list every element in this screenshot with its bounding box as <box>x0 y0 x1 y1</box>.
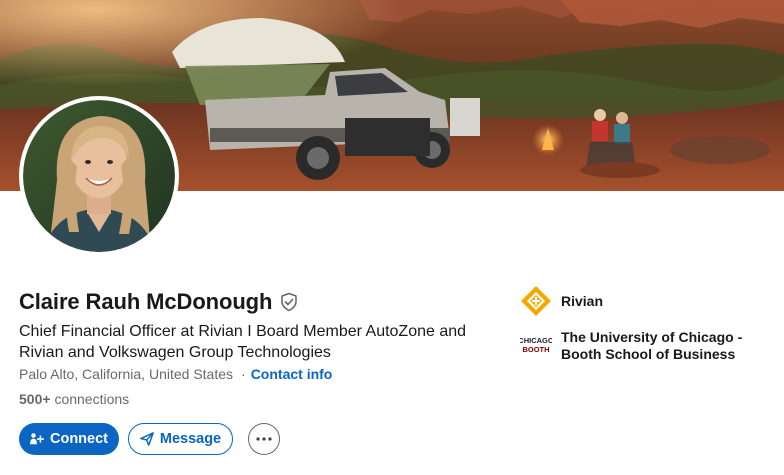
profile-location: Palo Alto, California, United States <box>19 366 234 382</box>
profile-headline: Chief Financial Officer at Rivian I Boar… <box>19 323 467 361</box>
connections-label: connections <box>54 391 130 407</box>
org-name-chicago-booth: The University of Chicago - Booth School… <box>561 329 742 363</box>
more-actions-button[interactable] <box>248 423 280 455</box>
rivian-logo <box>520 285 552 317</box>
profile-actions: Connect Message <box>19 423 280 455</box>
connections-row[interactable]: 500+ connections <box>19 391 129 407</box>
location-row: Palo Alto, California, United States · C… <box>19 366 332 382</box>
logo-text-chicago: CHICAGO <box>520 336 552 345</box>
connections-count: 500+ <box>19 391 51 407</box>
connect-button[interactable]: Connect <box>19 423 119 455</box>
org-chicago-booth[interactable]: CHICAGO BOOTH The University of Chicago … <box>520 329 780 363</box>
send-icon <box>139 432 154 446</box>
org-rivian[interactable]: Rivian <box>520 285 780 317</box>
contact-info-link[interactable]: Contact info <box>251 366 333 382</box>
profile-photo-frame[interactable] <box>19 96 179 256</box>
org-name-line-2: Booth School of Business <box>561 346 736 362</box>
chicago-booth-logo: CHICAGO BOOTH <box>520 329 552 361</box>
connect-button-label: Connect <box>50 431 108 447</box>
org-name-line-1: The University of Chicago - <box>561 329 743 345</box>
name-row: Claire Rauh McDonough <box>19 289 299 315</box>
avatar[interactable] <box>23 100 175 252</box>
verified-shield-icon[interactable] <box>279 292 299 312</box>
separator-dot: · <box>241 366 246 382</box>
profile-name: Claire Rauh McDonough <box>19 289 273 314</box>
message-button-label: Message <box>159 431 222 447</box>
rivian-logo-icon <box>521 286 551 316</box>
profile-organizations: Rivian CHICAGO BOOTH The University of C… <box>520 285 780 375</box>
logo-text-booth: BOOTH <box>522 345 549 354</box>
chicago-booth-logo-icon: CHICAGO BOOTH <box>520 329 552 361</box>
org-name-rivian: Rivian <box>561 293 604 309</box>
add-person-icon <box>30 433 44 445</box>
more-horizontal-icon <box>256 437 272 441</box>
message-button[interactable]: Message <box>128 423 233 455</box>
